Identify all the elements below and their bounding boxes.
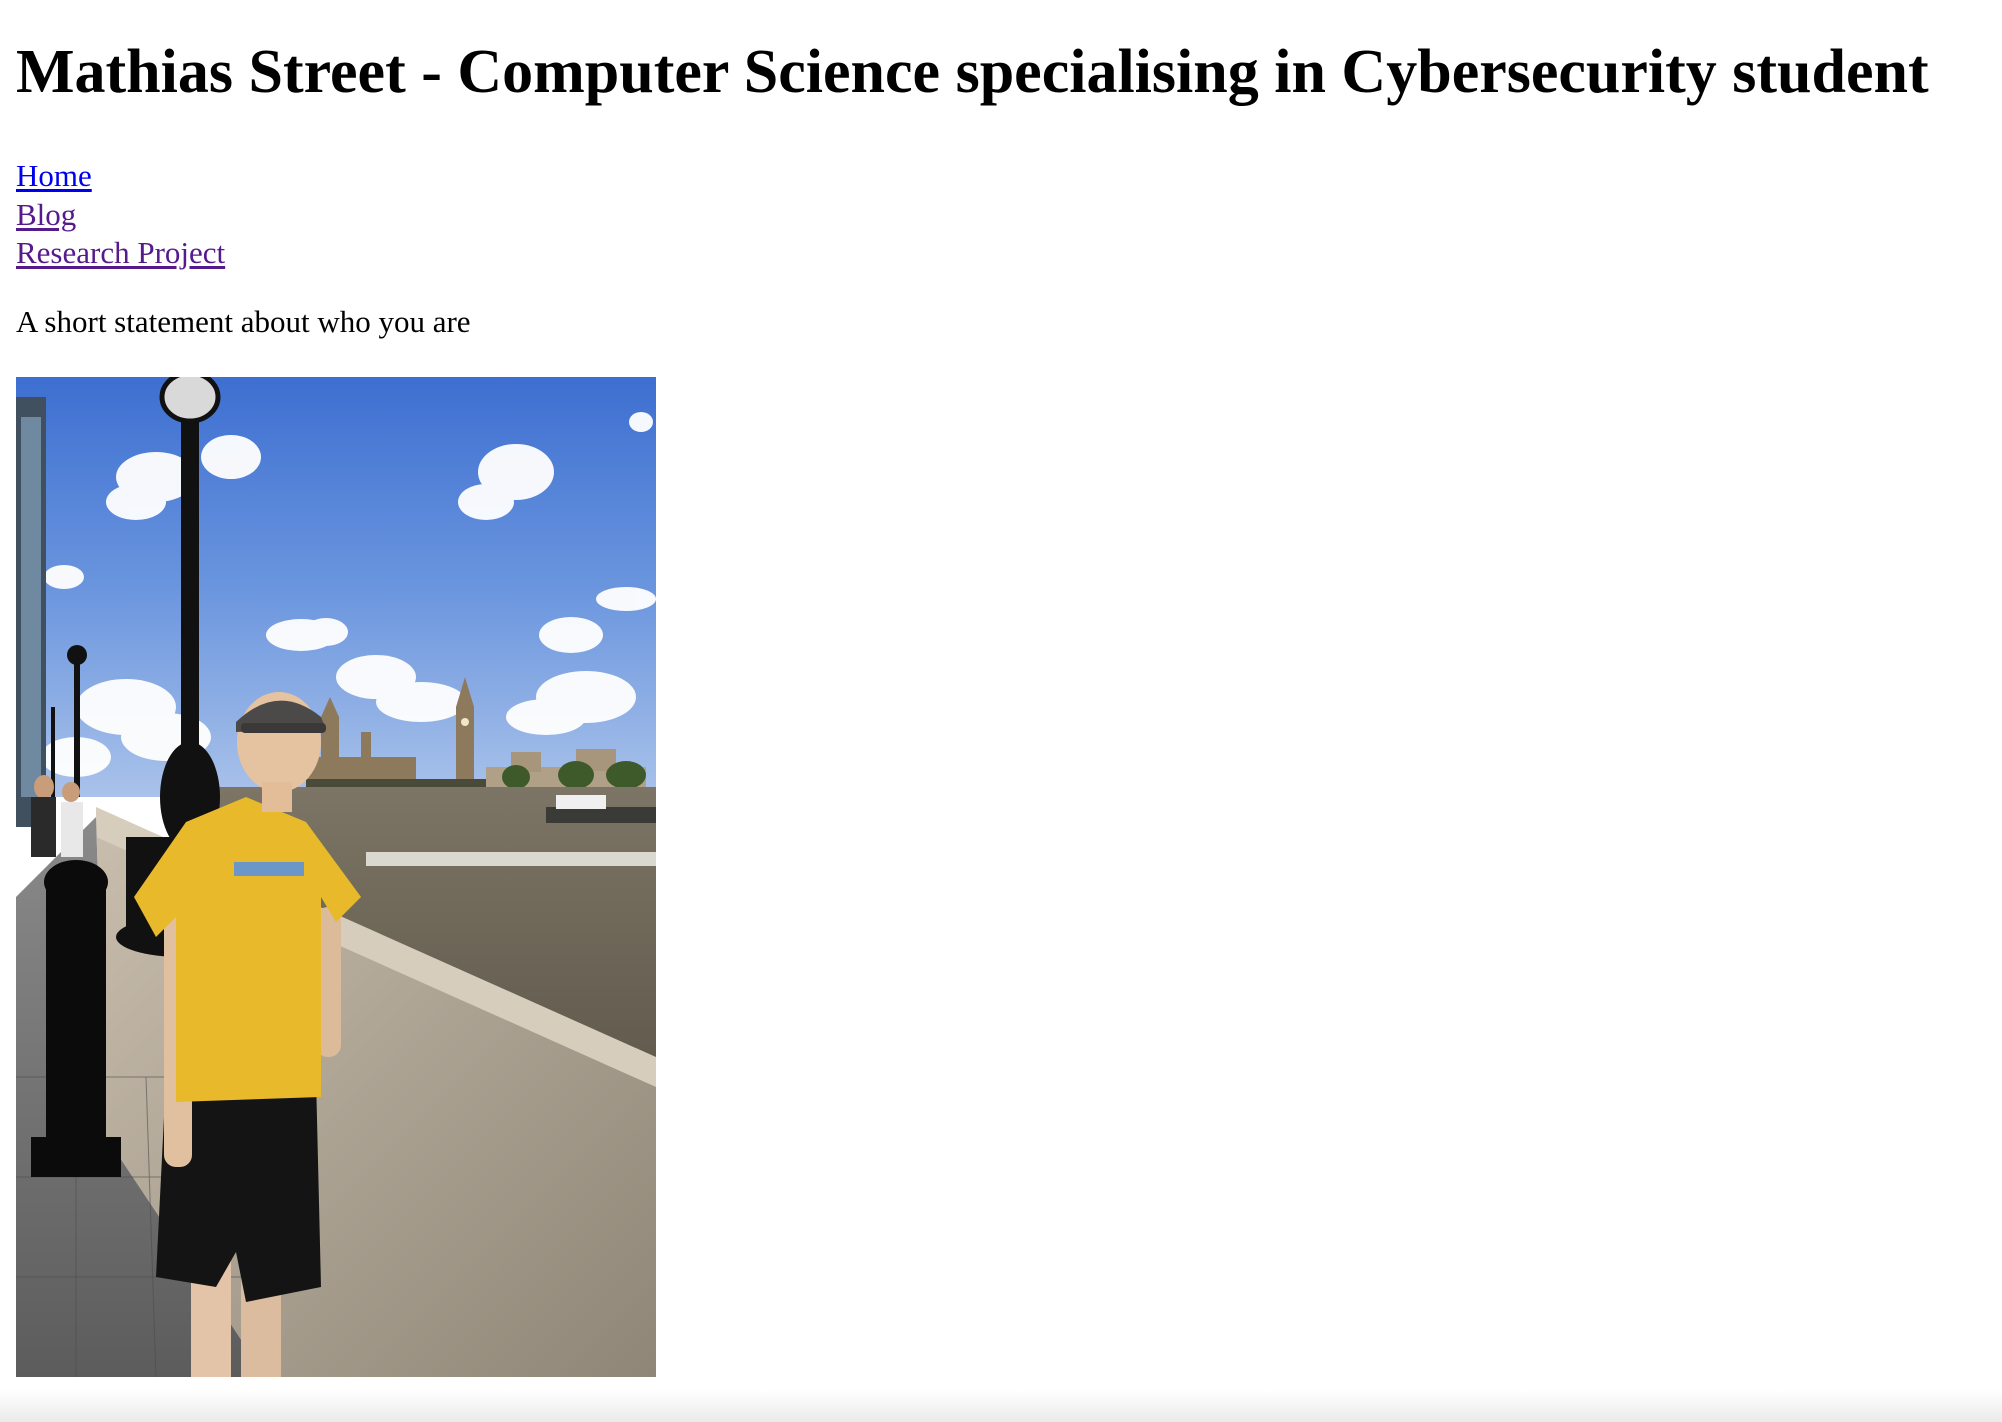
nav-link-research-project[interactable]: Research Project xyxy=(16,234,225,273)
profile-photo-illustration xyxy=(16,377,656,1377)
page-title: Mathias Street - Computer Science specia… xyxy=(16,38,1929,106)
window-bottom-shadow xyxy=(0,1390,2002,1422)
nav-link-blog[interactable]: Blog xyxy=(16,196,225,235)
nav-link-home[interactable]: Home xyxy=(16,157,225,196)
profile-photo xyxy=(16,377,656,1377)
intro-statement: A short statement about who you are xyxy=(16,304,471,339)
nav-links: Home Blog Research Project xyxy=(16,157,225,273)
